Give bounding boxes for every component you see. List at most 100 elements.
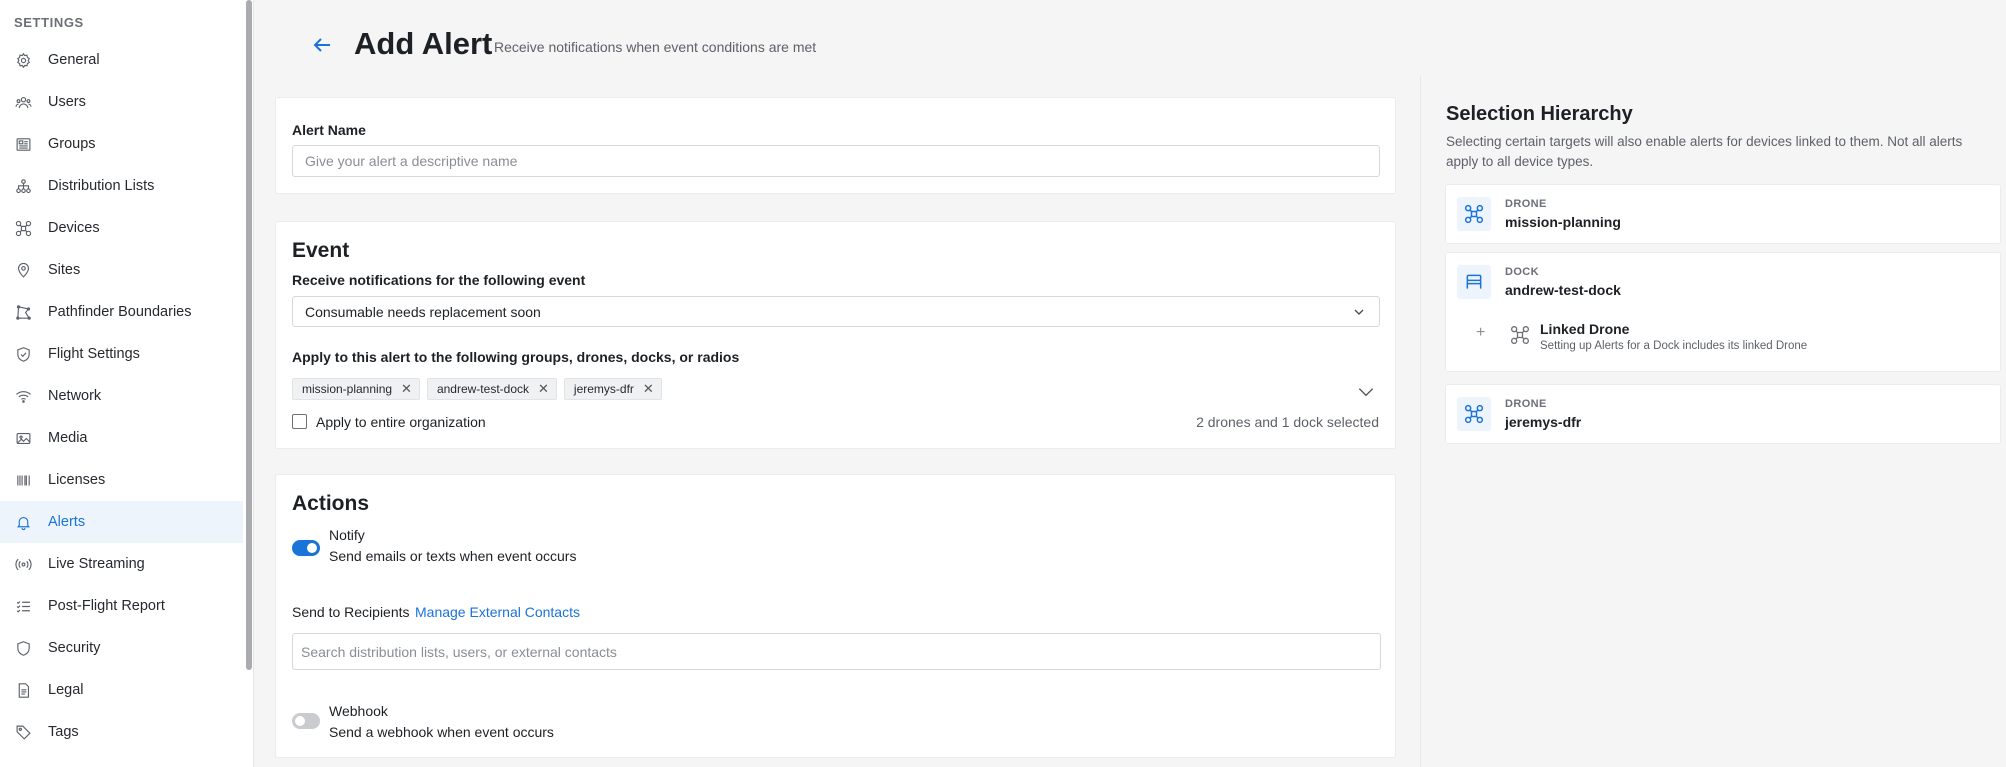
recipients-search-input[interactable] (292, 633, 1381, 670)
sidebar-item-label: Network (48, 388, 102, 404)
sidebar-item-groups[interactable]: Groups (0, 123, 243, 165)
org-checkbox-label: Apply to entire organization (316, 414, 486, 430)
remove-chip-icon[interactable]: ✕ (643, 381, 654, 397)
hierarchy-item: DRONE jeremys-dfr (1445, 384, 2001, 444)
sidebar-item-label: Media (48, 430, 88, 446)
target-chip[interactable]: mission-planning ✕ (292, 378, 420, 400)
sidebar-item-label: Live Streaming (48, 556, 145, 572)
selection-summary: 2 drones and 1 dock selected (1196, 414, 1379, 430)
hierarchy-description: Selecting certain targets will also enab… (1446, 134, 1963, 169)
sidebar-item-label: Legal (48, 682, 84, 698)
notify-description: Send emails or texts when event occurs (329, 548, 577, 564)
sidebar-item-label: Licenses (48, 472, 106, 488)
sidebar-item-legal[interactable]: Legal (0, 669, 243, 711)
chip-label: jeremys-dfr (573, 382, 634, 396)
apply-to-label: Apply to this alert to the following gro… (292, 349, 740, 365)
sidebar-item-label: Flight Settings (48, 346, 140, 362)
sidebar-item-tags[interactable]: Tags (0, 711, 243, 753)
device-name: jeremys-dfr (1505, 414, 1582, 430)
webhook-toggle[interactable] (292, 713, 320, 729)
dock-icon (1457, 265, 1491, 299)
webhook-description: Send a webhook when event occurs (329, 724, 554, 740)
remove-chip-icon[interactable]: ✕ (538, 381, 549, 397)
sidebar-item-label: Alerts (48, 514, 86, 530)
plus-icon: + (1476, 324, 1486, 341)
sidebar-item-label: Devices (48, 220, 100, 236)
drone-icon (1510, 325, 1530, 345)
sidebar-item-security[interactable]: Security (0, 627, 243, 669)
page-title: Add Alert (354, 26, 493, 61)
notify-toggle[interactable] (292, 540, 320, 556)
bell-icon (14, 513, 32, 531)
sidebar-item-flight-settings[interactable]: Flight Settings (0, 333, 243, 375)
distribution-icon (14, 177, 32, 195)
target-chip[interactable]: jeremys-dfr ✕ (563, 378, 662, 400)
sidebar-title: SETTINGS (14, 15, 84, 30)
sidebar-item-label: Groups (48, 136, 96, 152)
drone-icon (14, 219, 32, 237)
sidebar-item-media[interactable]: Media (0, 417, 243, 459)
gear-icon (14, 51, 32, 69)
webhook-title: Webhook (329, 703, 388, 719)
sidebar-item-licenses[interactable]: Licenses (0, 459, 243, 501)
boundary-icon (14, 303, 32, 321)
actions-card: Actions Notify Send emails or texts when… (275, 474, 1396, 758)
target-chip[interactable]: andrew-test-dock ✕ (426, 378, 557, 400)
device-type: DRONE (1505, 398, 1547, 410)
document-icon (14, 681, 32, 699)
chip-label: andrew-test-dock (436, 382, 529, 396)
wifi-icon (14, 387, 32, 405)
sidebar-item-network[interactable]: Network (0, 375, 243, 417)
event-select-label: Receive notifications for the following … (292, 272, 586, 288)
device-name: mission-planning (1505, 214, 1621, 230)
org-checkbox[interactable] (292, 414, 307, 429)
sidebar-item-post-flight-report[interactable]: Post-Flight Report (0, 585, 243, 627)
broadcast-icon (14, 555, 32, 573)
image-icon (14, 429, 32, 447)
sidebar-item-alerts[interactable]: Alerts (0, 501, 243, 543)
users-icon (14, 93, 32, 111)
settings-sidebar: SETTINGS General Users Groups Distributi… (0, 0, 254, 767)
selection-hierarchy-panel: Selection Hierarchy Selecting certain ta… (1420, 76, 2006, 767)
sidebar-item-live-streaming[interactable]: Live Streaming (0, 543, 243, 585)
sidebar-item-label: General (48, 52, 100, 68)
shield-check-icon (14, 345, 32, 363)
sidebar-item-label: Users (48, 94, 86, 110)
sidebar-item-label: Post-Flight Report (48, 598, 165, 614)
drone-icon (1457, 197, 1491, 231)
sidebar-item-label: Distribution Lists (48, 178, 155, 194)
hierarchy-item: DRONE mission-planning (1445, 184, 2001, 244)
hierarchy-title: Selection Hierarchy (1446, 103, 1633, 125)
barcode-icon (14, 471, 32, 489)
alert-name-input[interactable] (292, 145, 1380, 177)
shield-icon (14, 639, 32, 657)
chevron-down-icon (1351, 304, 1367, 320)
event-card: Event Receive notifications for the foll… (275, 221, 1396, 449)
event-section-title: Event (292, 239, 350, 262)
event-select[interactable]: Consumable needs replacement soon (292, 296, 1380, 327)
alert-name-label: Alert Name (292, 122, 366, 138)
chip-label: mission-planning (302, 382, 393, 396)
groups-icon (14, 135, 32, 153)
chevron-down-icon[interactable] (1356, 382, 1376, 402)
linked-drone-description: Setting up Alerts for a Dock includes it… (1540, 340, 1808, 352)
sidebar-item-general[interactable]: General (0, 39, 243, 81)
sidebar-item-devices[interactable]: Devices (0, 207, 243, 249)
sidebar-item-sites[interactable]: Sites (0, 249, 243, 291)
sidebar-item-pathfinder-boundaries[interactable]: Pathfinder Boundaries (0, 291, 243, 333)
sidebar-item-label: Security (48, 640, 101, 656)
sidebar-item-users[interactable]: Users (0, 81, 243, 123)
sidebar-list: General Users Groups Distribution Lists … (0, 39, 243, 753)
hierarchy-item: DOCK andrew-test-dock + Linked Drone Set… (1445, 252, 2001, 372)
target-chips: mission-planning ✕ andrew-test-dock ✕ jere… (292, 378, 669, 400)
sidebar-scrollbar[interactable] (246, 0, 252, 670)
linked-drone-title: Linked Drone (1540, 321, 1630, 337)
manage-external-contacts-link[interactable]: Manage External Contacts (415, 604, 580, 620)
sidebar-item-label: Sites (48, 262, 81, 278)
alert-name-card: Alert Name (275, 97, 1396, 194)
actions-section-title: Actions (292, 492, 370, 515)
remove-chip-icon[interactable]: ✕ (401, 381, 412, 397)
back-arrow-icon[interactable] (310, 33, 334, 57)
notify-title: Notify (329, 527, 365, 543)
sidebar-item-distribution-lists[interactable]: Distribution Lists (0, 165, 243, 207)
